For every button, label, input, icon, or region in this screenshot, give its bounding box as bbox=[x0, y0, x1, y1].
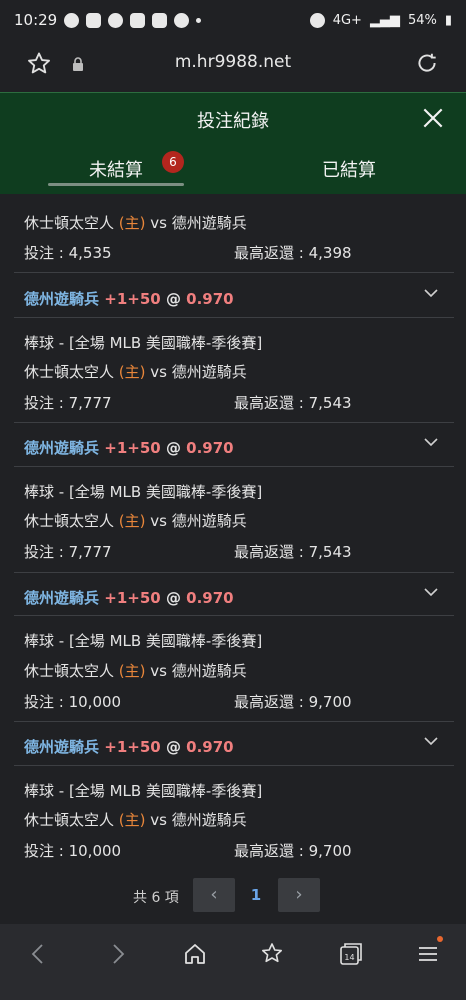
max-return: 最高返還 : 7,543 bbox=[234, 543, 352, 561]
divider bbox=[14, 615, 454, 616]
matchup: 休士頓太空人 (主) vs 德州遊騎兵 bbox=[24, 363, 247, 381]
divider bbox=[14, 466, 454, 467]
bet-records-list: 休士頓太空人 (主) vs 德州遊騎兵 投注 : 4,535 最高返還 : 4,… bbox=[0, 194, 466, 924]
tab-settled[interactable]: 已結算 bbox=[322, 156, 376, 182]
chevron-down-icon[interactable] bbox=[424, 587, 438, 597]
divider bbox=[14, 572, 454, 573]
signal-icon: ▂▄▆ bbox=[369, 12, 400, 28]
battery-icon: ▮ bbox=[444, 12, 452, 28]
close-icon[interactable] bbox=[420, 105, 446, 131]
chevron-down-icon[interactable] bbox=[424, 288, 438, 298]
unsettled-count-badge: 6 bbox=[162, 151, 184, 173]
back-icon[interactable] bbox=[24, 940, 52, 968]
stake-amount: 投注 : 10,000 bbox=[24, 842, 122, 860]
tabs-icon[interactable]: 14 bbox=[337, 940, 365, 968]
alarm-icon bbox=[309, 12, 325, 28]
prev-page-button[interactable]: ‹ bbox=[193, 878, 235, 912]
pagination: 共 6 項 ‹ 1 › bbox=[0, 878, 466, 914]
home-icon[interactable] bbox=[181, 940, 209, 968]
modal-header: 投注紀錄 bbox=[0, 92, 466, 146]
league-info: 棒球 - [全場 MLB 美國職棒-季後賽] bbox=[24, 632, 263, 650]
status-time: 10:29 bbox=[14, 11, 58, 29]
league-info: 棒球 - [全場 MLB 美國職棒-季後賽] bbox=[24, 782, 263, 800]
matchup: 休士頓太空人 (主) vs 德州遊騎兵 bbox=[24, 214, 247, 232]
league-info: 棒球 - [全場 MLB 美國職棒-季後賽] bbox=[24, 483, 263, 501]
browser-url-bar: m.hr9988.net bbox=[0, 40, 466, 88]
max-return: 最高返還 : 7,543 bbox=[234, 394, 352, 412]
network-label: 4G+ bbox=[332, 12, 362, 28]
bookmarks-star-icon[interactable] bbox=[258, 940, 286, 968]
line-notification-icon bbox=[86, 12, 102, 28]
browser-bottom-nav: 14 bbox=[0, 924, 466, 1000]
menu-icon[interactable] bbox=[414, 940, 442, 968]
instagram-notification-icon bbox=[174, 12, 190, 28]
chevron-down-icon[interactable] bbox=[424, 736, 438, 746]
wechat-notification-icon bbox=[108, 12, 124, 28]
divider bbox=[14, 422, 454, 423]
league-info: 棒球 - [全場 MLB 美國職棒-季後賽] bbox=[24, 334, 263, 352]
tab-count: 14 bbox=[344, 953, 354, 962]
max-return: 最高返還 : 9,700 bbox=[234, 842, 352, 860]
max-return: 最高返還 : 9,700 bbox=[234, 693, 352, 711]
matchup: 休士頓太空人 (主) vs 德州遊騎兵 bbox=[24, 512, 247, 530]
max-return: 最高返還 : 4,398 bbox=[234, 244, 352, 262]
stake-amount: 投注 : 4,535 bbox=[24, 244, 112, 262]
stake-amount: 投注 : 7,777 bbox=[24, 394, 112, 412]
reload-icon[interactable] bbox=[414, 50, 440, 76]
menu-notification-dot bbox=[437, 936, 443, 942]
active-tab-indicator bbox=[48, 183, 184, 186]
more-notifications-icon bbox=[196, 17, 202, 23]
matchup: 休士頓太空人 (主) vs 德州遊騎兵 bbox=[24, 811, 247, 829]
bet-pick-header[interactable]: 德州遊騎兵 +1+50 @ 0.970 bbox=[24, 437, 234, 458]
divider bbox=[14, 272, 454, 273]
chevron-down-icon[interactable] bbox=[424, 437, 438, 447]
tab-unsettled[interactable]: 未結算 bbox=[89, 156, 143, 182]
bell-notification-icon bbox=[130, 12, 146, 28]
battery-label: 54% bbox=[407, 12, 437, 28]
chat-notification-icon bbox=[64, 12, 80, 28]
tab-bar: 未結算 6 已結算 bbox=[0, 146, 466, 194]
page-title: 投注紀錄 bbox=[197, 111, 269, 132]
divider bbox=[14, 765, 454, 766]
stake-amount: 投注 : 7,777 bbox=[24, 543, 112, 561]
current-page[interactable]: 1 bbox=[236, 878, 276, 912]
bet-pick-header[interactable]: 德州遊騎兵 +1+50 @ 0.970 bbox=[24, 736, 234, 757]
next-page-button[interactable]: › bbox=[278, 878, 320, 912]
divider bbox=[14, 721, 454, 722]
status-bar: 10:29 4G+ ▂▄▆ 54% ▮ bbox=[0, 0, 466, 40]
app-notification-icon bbox=[152, 12, 168, 28]
bet-pick-header[interactable]: 德州遊騎兵 +1+50 @ 0.970 bbox=[24, 288, 234, 309]
divider bbox=[14, 317, 454, 318]
url-text[interactable]: m.hr9988.net bbox=[0, 52, 466, 72]
stake-amount: 投注 : 10,000 bbox=[24, 693, 122, 711]
total-count: 共 6 項 bbox=[133, 890, 179, 906]
bet-pick-header[interactable]: 德州遊騎兵 +1+50 @ 0.970 bbox=[24, 587, 234, 608]
matchup: 休士頓太空人 (主) vs 德州遊騎兵 bbox=[24, 662, 247, 680]
forward-icon[interactable] bbox=[104, 940, 132, 968]
